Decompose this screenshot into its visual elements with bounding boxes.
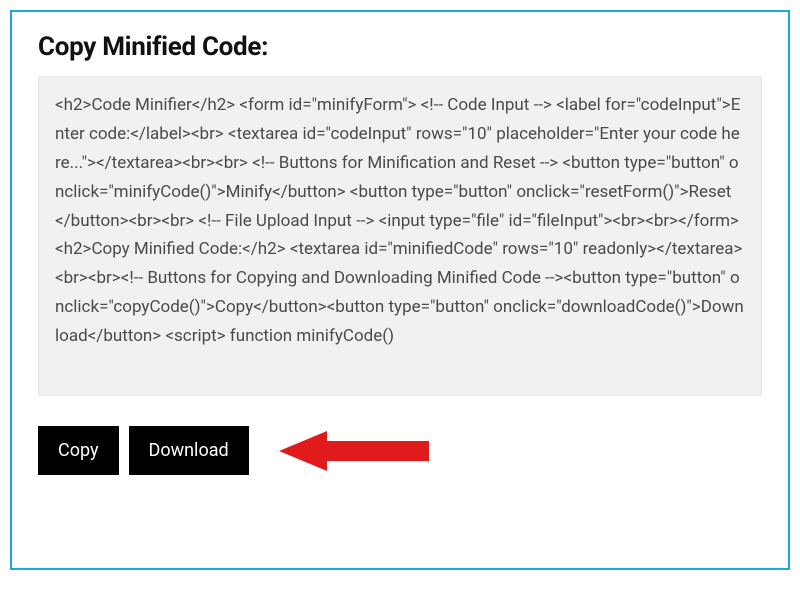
download-button[interactable]: Download: [129, 426, 249, 475]
minified-code-wrapper: [38, 76, 762, 400]
minified-code-textarea[interactable]: [38, 76, 762, 396]
minified-code-panel: Copy Minified Code: Copy Download: [10, 10, 790, 570]
action-button-row: Copy Download: [38, 426, 762, 475]
section-heading: Copy Minified Code:: [38, 32, 762, 62]
copy-button[interactable]: Copy: [38, 426, 119, 475]
arrow-left-icon: [279, 428, 429, 474]
